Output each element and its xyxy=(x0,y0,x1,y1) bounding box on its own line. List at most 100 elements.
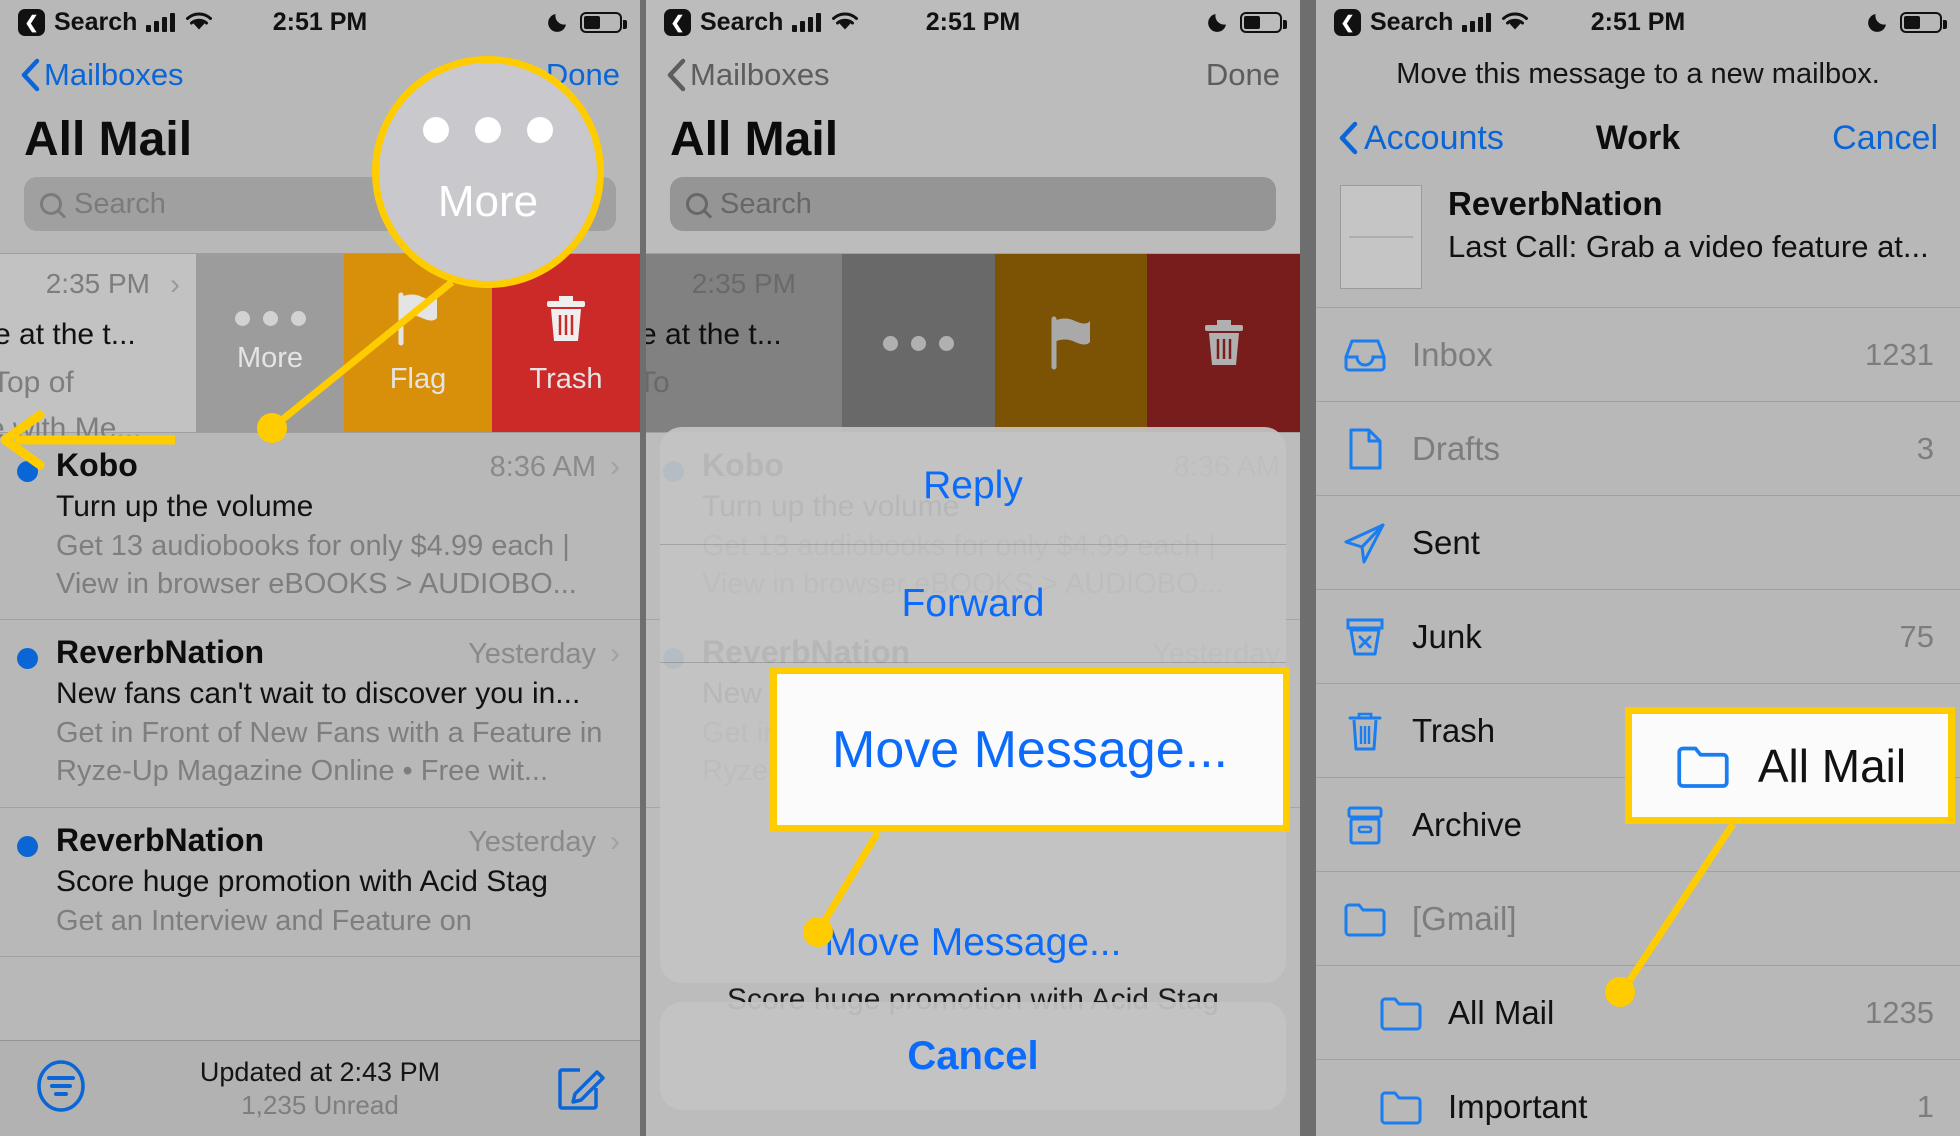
unread-dot-icon xyxy=(17,648,38,670)
back-button-accounts[interactable]: Accounts xyxy=(1338,119,1504,158)
mailbox-row-sent[interactable]: Sent xyxy=(1316,495,1960,589)
page-title-panel2: All Mail xyxy=(670,113,839,166)
mailbox-row-drafts[interactable]: Drafts 3 xyxy=(1316,401,1960,495)
filter-icon xyxy=(37,1060,85,1112)
mailbox-count: 1235 xyxy=(1865,994,1934,1030)
chevron-left-icon xyxy=(21,58,40,92)
back-button-label: Mailboxes xyxy=(690,57,830,92)
message-subject: New fans can't wait to discover you in..… xyxy=(56,677,581,711)
back-button-mailboxes[interactable]: Mailboxes xyxy=(20,57,184,93)
status-bar-time: 2:51 PM xyxy=(272,7,368,36)
mailbox-label: [Gmail] xyxy=(1412,899,1517,937)
drafts-icon xyxy=(1342,426,1388,472)
mailbox-count: 1 xyxy=(1916,1088,1934,1124)
chevron-right-icon: › xyxy=(816,268,826,301)
callout-more-zoom: More xyxy=(372,56,604,288)
message-sender: ReverbNation xyxy=(1448,185,1663,222)
status-bar-panel3: ❮ Search 2:51 PM xyxy=(1316,0,1960,44)
ellipsis-icon xyxy=(882,335,954,351)
updated-text: Updated at 2:43 PM xyxy=(199,1056,441,1087)
toolbar-status: Updated at 2:43 PM 1,235 Unread xyxy=(0,1057,640,1121)
message-preview-card: ReverbNation Last Call: Grab a video fea… xyxy=(1316,169,1960,307)
unread-dot-icon xyxy=(17,461,38,482)
message-preview: Get in Front of New Fans with a Feature … xyxy=(56,717,603,788)
action-sheet-item-reply[interactable]: Reply xyxy=(660,427,1286,545)
swipe-action-trash[interactable] xyxy=(1147,254,1300,432)
swipe-action-more-label: More xyxy=(236,342,304,374)
search-placeholder: Search xyxy=(74,187,166,220)
chevron-right-icon: › xyxy=(170,268,180,301)
search-input-panel2[interactable]: Search xyxy=(670,177,1276,231)
list-item[interactable]: ReverbNation Yesterday › Score huge prom… xyxy=(0,808,640,958)
status-bar-time: 2:51 PM xyxy=(925,7,1021,36)
unread-count-text: 1,235 Unread xyxy=(241,1089,399,1120)
search-icon xyxy=(40,193,62,215)
nav-bar-panel3: Accounts Work Cancel xyxy=(1316,113,1960,169)
swiped-message-row-panel2: 2:35 PM › re at the t... To xyxy=(646,253,1300,433)
done-button[interactable]: Done xyxy=(1206,57,1280,93)
sent-icon xyxy=(1342,520,1388,566)
message-thumbnail-icon xyxy=(1340,185,1422,289)
swipe-action-flag[interactable] xyxy=(994,254,1148,432)
panel-mailbox-picker: ❮ Search 2:51 PM Move this message to a … xyxy=(1316,0,1960,1136)
search-container-panel2: Search xyxy=(646,177,1300,253)
message-subject-clipped: re at the t... xyxy=(0,318,136,351)
chevron-right-icon: › xyxy=(610,824,620,858)
message-time: 2:35 PM xyxy=(45,268,150,299)
message-preview-text: ReverbNation Last Call: Grab a video fea… xyxy=(1448,185,1929,265)
back-button-label: Mailboxes xyxy=(44,57,184,92)
search-icon xyxy=(686,193,708,215)
mailbox-label: Junk xyxy=(1412,617,1482,655)
cancel-button[interactable]: Cancel xyxy=(1832,119,1938,158)
filter-button[interactable] xyxy=(34,1059,88,1118)
swiped-message-row-panel1: 2:35 PM › re at the t... Top of e with M… xyxy=(0,253,640,445)
trash-icon xyxy=(1204,320,1243,365)
callout-move-message-zoom: Move Message... xyxy=(770,667,1290,832)
mailbox-label: All Mail xyxy=(1448,993,1555,1031)
mailbox-row-junk[interactable]: Junk 75 xyxy=(1316,589,1960,683)
swipe-action-more[interactable] xyxy=(842,254,995,432)
ellipsis-icon xyxy=(234,311,306,326)
message-subject: Score huge promotion with Acid Stag xyxy=(56,864,548,898)
list-item[interactable]: ReverbNation Yesterday › New fans can't … xyxy=(0,620,640,808)
trash-icon xyxy=(547,295,585,341)
mailbox-row-inbox[interactable]: Inbox 1231 xyxy=(1316,307,1960,401)
message-sender: ReverbNation xyxy=(56,634,265,671)
junk-icon xyxy=(1342,614,1388,660)
mailbox-label: Drafts xyxy=(1412,429,1501,467)
back-button-mailboxes[interactable]: Mailboxes xyxy=(666,57,830,93)
battery-icon xyxy=(580,11,627,33)
back-button-label: Accounts xyxy=(1364,118,1504,157)
message-time: 2:35 PM xyxy=(691,268,796,299)
mailbox-label: Sent xyxy=(1412,523,1480,561)
mailbox-count: 3 xyxy=(1916,430,1934,466)
search-placeholder: Search xyxy=(720,187,812,220)
swiped-message-content[interactable]: 2:35 PM › re at the t... To xyxy=(646,254,842,432)
trash-icon xyxy=(1342,708,1388,754)
message-snippet: Last Call: Grab a video feature at... xyxy=(1448,229,1929,264)
action-sheet-item-forward[interactable]: Forward xyxy=(660,545,1286,663)
status-bar-panel2: ❮ Search 2:51 PM xyxy=(646,0,1300,44)
callout-more-label: More xyxy=(437,177,539,226)
swipe-action-more[interactable]: More xyxy=(196,254,344,432)
list-item[interactable]: Kobo 8:36 AM › Turn up the volume Get 13… xyxy=(0,433,640,621)
mailbox-row-important[interactable]: Important 1 xyxy=(1316,1059,1960,1136)
callout-all-mail-zoom: All Mail xyxy=(1625,707,1955,824)
message-header: ReverbNation Yesterday › xyxy=(56,634,620,671)
mailbox-label: Trash xyxy=(1412,711,1496,749)
callout-move-message-label: Move Message... xyxy=(832,720,1228,779)
swiped-message-content[interactable]: 2:35 PM › re at the t... Top of e with M… xyxy=(0,254,196,445)
mailbox-row-gmail[interactable]: [Gmail] xyxy=(1316,871,1960,965)
mailbox-count: 75 xyxy=(1899,618,1934,654)
message-subject-clipped: re at the t... xyxy=(646,318,782,351)
mailbox-label: Inbox xyxy=(1412,335,1493,373)
chevron-left-icon xyxy=(1339,121,1358,155)
folder-icon xyxy=(1378,1084,1424,1130)
action-sheet-cancel[interactable]: Cancel xyxy=(660,1002,1286,1110)
compose-button[interactable] xyxy=(554,1060,606,1117)
battery-icon xyxy=(1900,11,1947,33)
compose-icon xyxy=(558,1068,605,1110)
chevron-right-icon: › xyxy=(610,450,620,483)
mailbox-row-all-mail[interactable]: All Mail 1235 xyxy=(1316,965,1960,1059)
message-sender: ReverbNation xyxy=(56,821,265,858)
